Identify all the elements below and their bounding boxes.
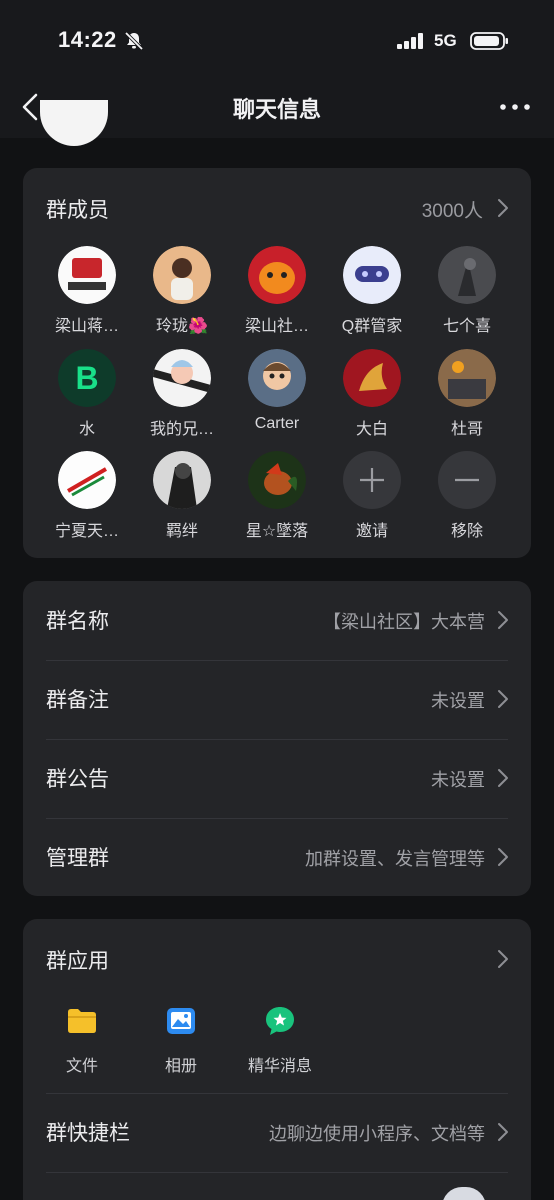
avatar — [153, 246, 211, 304]
member-name: 我的兄… — [149, 421, 214, 438]
group-settings-card: 群名称 【梁山社区】大本营 群备注 未设置 群公告 未设置 管理群 加群设置、发… — [23, 581, 531, 896]
group-announcement-row[interactable]: 群公告 未设置 — [23, 739, 531, 818]
member-name: 水 — [78, 421, 95, 438]
member-name: 梁山蒋… — [54, 318, 119, 335]
status-bar: 14:22 5G — [0, 0, 554, 80]
avatar — [58, 246, 116, 304]
member-item[interactable]: 七个喜 — [419, 246, 515, 336]
chevron-right-icon — [498, 1123, 508, 1141]
folder-icon — [68, 1009, 96, 1033]
essence-message-icon — [266, 1007, 294, 1035]
member-item[interactable]: 大白 — [324, 349, 420, 439]
avatar — [343, 246, 401, 304]
invite-button[interactable]: 邀请 — [324, 451, 420, 541]
bell-muted-icon — [124, 31, 144, 51]
row-label: 群公告 — [46, 768, 109, 791]
apps-title: 群应用 — [46, 950, 109, 973]
member-name: 星☆墜落 — [245, 523, 309, 540]
group-avatar[interactable] — [40, 100, 108, 146]
chevron-right-icon — [498, 769, 508, 787]
row-label: 群快捷栏 — [46, 1122, 130, 1145]
member-item[interactable]: 梁山社… — [229, 246, 325, 336]
row-value: 边聊边使用小程序、文档等 — [269, 1124, 485, 1144]
avatar — [248, 246, 306, 304]
chevron-right-icon — [498, 690, 508, 708]
member-item[interactable]: B 水 — [39, 349, 135, 439]
avatar — [438, 349, 496, 407]
avatar — [248, 349, 306, 407]
avatar — [58, 451, 116, 509]
row-label: 群备注 — [46, 689, 109, 712]
avatar — [438, 246, 496, 304]
group-apps-card: 群应用 文件 相册 精华消息 群快捷栏 边聊边使用小程序、文档等 — [23, 919, 531, 1200]
app-label: 相册 — [164, 1058, 197, 1075]
divider — [46, 1172, 508, 1173]
member-item[interactable]: 杜哥 — [419, 349, 515, 439]
app-label: 精华消息 — [247, 1058, 312, 1075]
signal-icon — [397, 33, 423, 49]
group-remark-row[interactable]: 群备注 未设置 — [23, 660, 531, 739]
member-item[interactable]: 宁夏天… — [39, 451, 135, 541]
member-item[interactable]: 星☆墜落 — [229, 451, 325, 541]
member-name: 玲珑🌺 — [156, 318, 208, 335]
minus-icon — [438, 451, 496, 509]
avatar: B — [58, 349, 116, 407]
avatar — [248, 451, 306, 509]
status-time: 14:22 — [58, 27, 117, 52]
row-value: 未设置 — [431, 770, 485, 790]
member-item[interactable]: 梁山蒋… — [39, 246, 135, 336]
member-item[interactable]: Carter — [229, 349, 325, 433]
manage-group-row[interactable]: 管理群 加群设置、发言管理等 — [23, 818, 531, 897]
members-card: 群成员 3000人 梁山蒋… 玲珑🌺 梁山社… Q群管家 七个喜 B 水 我的兄… — [23, 168, 531, 558]
shortcut-bar-row[interactable]: 群快捷栏 边聊边使用小程序、文档等 — [23, 1093, 531, 1172]
network-type: 5G — [434, 31, 457, 50]
member-name: 杜哥 — [450, 421, 483, 438]
chevron-right-icon — [498, 848, 508, 866]
chevron-right-icon[interactable] — [497, 949, 509, 969]
members-title: 群成员 — [46, 199, 109, 222]
chevron-right-icon — [498, 611, 508, 629]
more-options-button[interactable] — [498, 95, 532, 119]
member-name: 七个喜 — [442, 318, 491, 335]
member-count[interactable]: 3000人 — [422, 196, 483, 223]
member-item[interactable]: 玲珑🌺 — [134, 246, 230, 336]
member-name: Q群管家 — [341, 318, 403, 335]
member-item[interactable]: 我的兄… — [134, 349, 230, 439]
member-item[interactable]: 羁绊 — [134, 451, 230, 541]
app-essence[interactable]: 精华消息 — [235, 1005, 325, 1076]
svg-text:B: B — [75, 360, 98, 396]
plus-icon — [343, 451, 401, 509]
avatar — [153, 349, 211, 407]
row-value: 加群设置、发言管理等 — [305, 849, 485, 869]
row-label: 管理群 — [46, 847, 109, 870]
remove-label: 移除 — [450, 523, 483, 540]
avatar — [153, 451, 211, 509]
member-item[interactable]: Q群管家 — [324, 246, 420, 336]
remove-button[interactable]: 移除 — [419, 451, 515, 541]
member-name: 梁山社… — [244, 318, 309, 335]
battery-icon — [470, 32, 508, 50]
group-name-row[interactable]: 群名称 【梁山社区】大本营 — [23, 581, 531, 660]
row-value: 未设置 — [431, 691, 485, 711]
member-name: 大白 — [355, 421, 388, 438]
member-name: 宁夏天… — [54, 523, 119, 540]
row-value: 【梁山社区】大本营 — [323, 612, 485, 632]
app-album[interactable]: 相册 — [136, 1005, 226, 1076]
avatar — [343, 349, 401, 407]
app-files[interactable]: 文件 — [37, 1005, 127, 1076]
member-name: Carter — [254, 415, 300, 432]
invite-label: 邀请 — [355, 523, 388, 540]
app-label: 文件 — [65, 1058, 98, 1075]
chevron-right-icon[interactable] — [497, 198, 509, 218]
photo-album-icon — [167, 1008, 195, 1034]
member-name: 羁绊 — [165, 523, 198, 540]
row-label: 群名称 — [46, 610, 109, 633]
